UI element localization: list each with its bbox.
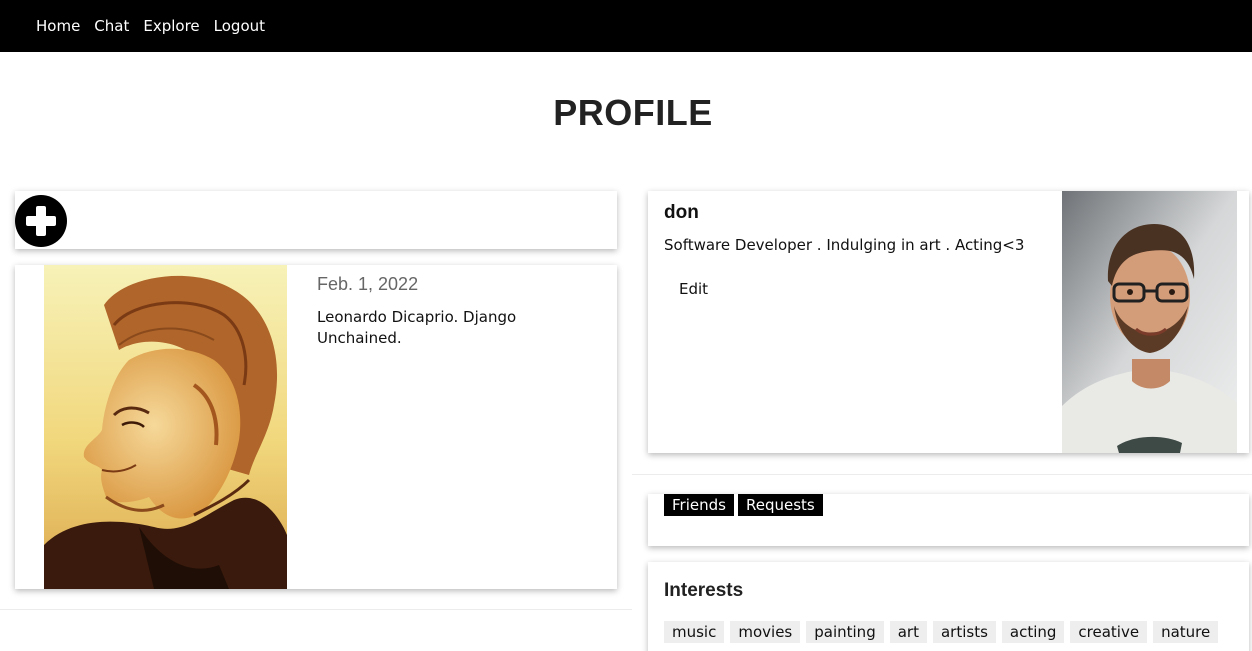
post-image <box>44 265 287 589</box>
plus-circle-icon[interactable] <box>15 195 67 247</box>
post-caption: Leonardo Dicaprio. Django Unchained. <box>317 308 517 347</box>
add-post-card <box>15 191 617 249</box>
profile-photo-image <box>1062 191 1237 453</box>
avatar <box>1062 191 1237 453</box>
nav-link-home[interactable]: Home <box>36 16 80 36</box>
page-title: PROFILE <box>553 92 713 133</box>
interest-tag: painting <box>806 621 884 643</box>
profile-username: don <box>664 202 699 223</box>
interest-tag-list: music movies painting art artists acting… <box>664 621 1224 643</box>
interest-tag: creative <box>1070 621 1148 643</box>
interest-tag: nature <box>1153 621 1219 643</box>
top-navbar: Home Chat Explore Logout <box>0 0 1252 52</box>
interest-tag: music <box>664 621 725 643</box>
requests-button[interactable]: Requests <box>738 494 823 516</box>
interest-tag: movies <box>730 621 801 643</box>
right-divider <box>632 474 1252 475</box>
nav-link-explore[interactable]: Explore <box>143 16 199 36</box>
interest-tag: artists <box>932 621 996 643</box>
portrait-sketch-image <box>44 265 287 589</box>
post-date: Feb. 1, 2022 <box>317 274 419 294</box>
interest-tag: art <box>889 621 927 643</box>
left-divider <box>0 609 632 610</box>
nav-link-chat[interactable]: Chat <box>94 16 129 36</box>
edit-profile-button[interactable]: Edit <box>679 280 708 298</box>
interest-tag: acting <box>1001 621 1065 643</box>
interests-title: Interests <box>664 580 744 601</box>
friends-button[interactable]: Friends <box>664 494 734 516</box>
profile-bio: Software Developer . Indulging in art . … <box>664 236 1025 254</box>
nav-link-logout[interactable]: Logout <box>214 16 265 36</box>
